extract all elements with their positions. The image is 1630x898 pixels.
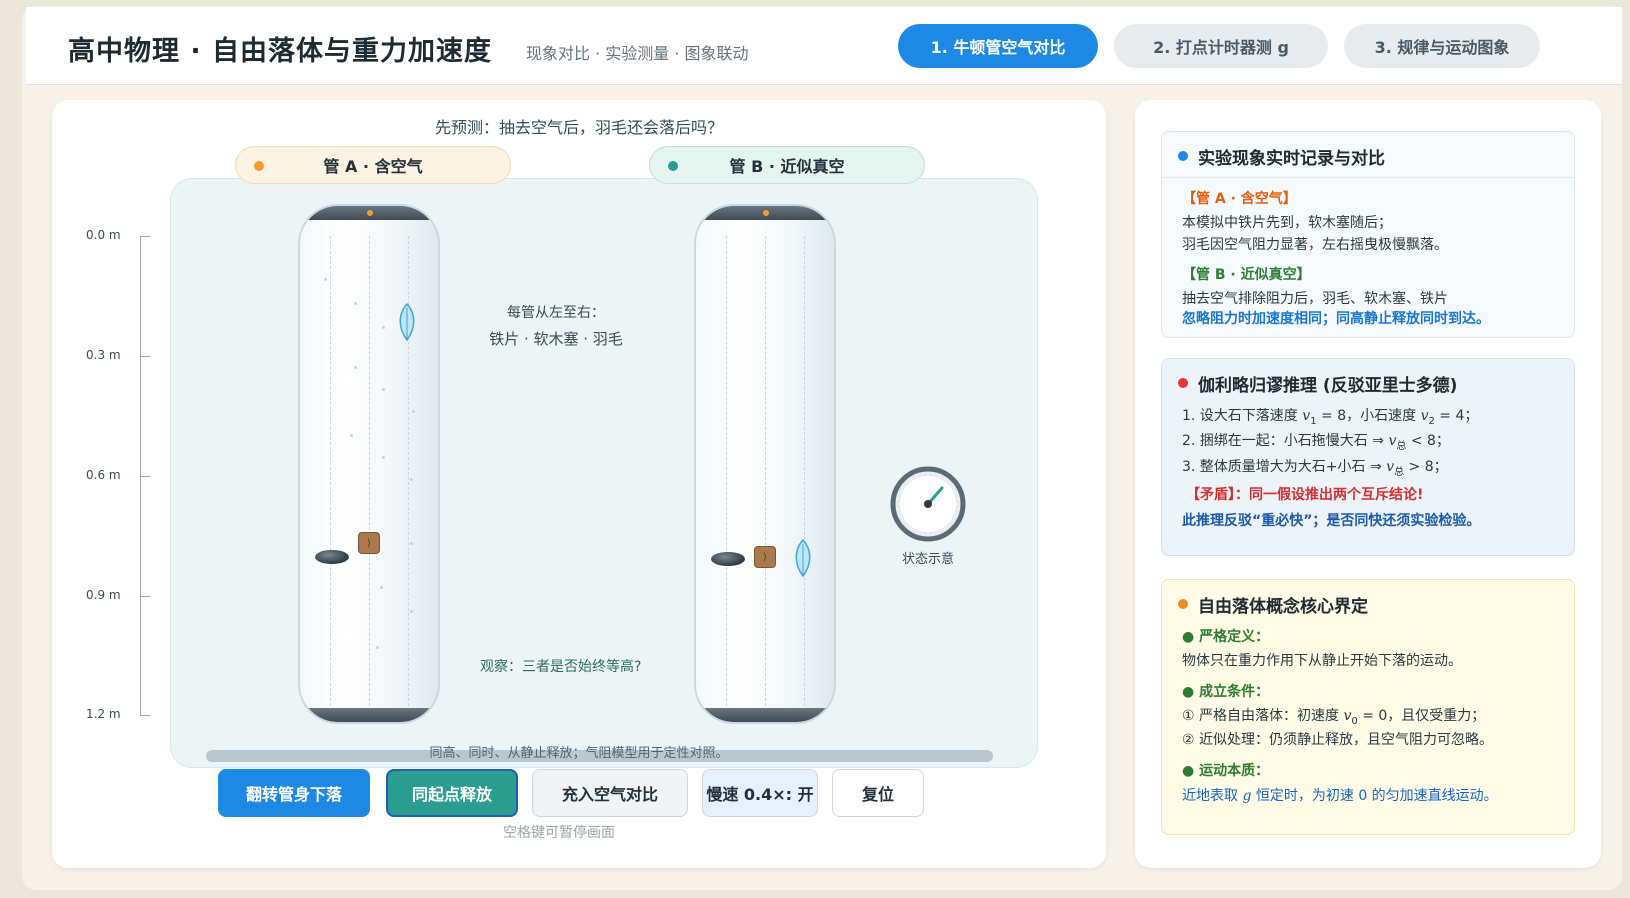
tube-a-line2: 羽毛因空气阻力显著，左右摇曳极慢飘落。 bbox=[1182, 237, 1448, 253]
galileo-card-title: 伽利略归谬推理 (反驳亚里士多德) bbox=[1198, 376, 1458, 396]
tube-b-line2: 忽略阻力时加速度相同；同高静止释放同时到达。 bbox=[1182, 311, 1490, 327]
air-particle bbox=[410, 478, 413, 481]
tube-b-label: 管 B · 近似真空 bbox=[649, 146, 925, 184]
gauge-label: 状态示意 bbox=[901, 552, 954, 567]
condition-2: ② 近似处理：仍须静止释放，且空气阻力可忽略。 bbox=[1182, 732, 1493, 748]
info-panel: 实验现象实时记录与对比 【管 A · 含空气】 本模拟中铁片先到，软木塞随后； … bbox=[1135, 100, 1601, 868]
scale-label: 0.9 m bbox=[86, 588, 121, 602]
galileo-conclusion: 此推理反驳“重必快”；是否同快还须实验检验。 bbox=[1182, 513, 1481, 529]
record-card: 实验现象实时记录与对比 【管 A · 含空气】 本模拟中铁片先到，软木塞随后； … bbox=[1161, 131, 1575, 338]
experiment-stage: 先预测：抽去空气后，羽毛还会落后吗？ 管 A · 含空气 管 B · 近似真空 … bbox=[52, 100, 1106, 868]
air-particle bbox=[382, 326, 385, 329]
prediction-prompt: 先预测：抽去空气后，羽毛还会落后吗？ bbox=[434, 118, 723, 137]
slow-motion-toggle[interactable]: 慢速 0.4×: 开 bbox=[702, 769, 818, 817]
scale-label: 0.3 m bbox=[86, 348, 121, 362]
flip-tube-button[interactable]: 翻转管身下落 bbox=[218, 769, 370, 817]
scale-label: 0.0 m bbox=[86, 228, 121, 242]
air-particle bbox=[410, 542, 413, 545]
keyboard-hint: 空格键可暂停画面 bbox=[503, 825, 615, 841]
observe-note: 观察：三者是否始终等高? bbox=[480, 659, 642, 675]
feather-icon bbox=[399, 302, 415, 342]
tube-a-line1: 本模拟中铁片先到，软木塞随后； bbox=[1182, 215, 1392, 231]
nature-text: 近地表取 g 恒定时，为初速 0 的匀加速直线运动。 bbox=[1182, 788, 1498, 804]
valve-icon bbox=[367, 210, 373, 216]
air-particle bbox=[350, 434, 353, 437]
page-title: 高中物理 · 自由落体与重力加速度 bbox=[68, 36, 493, 67]
feather-icon bbox=[795, 538, 811, 578]
iron-disc bbox=[711, 552, 745, 566]
air-particle bbox=[376, 646, 379, 649]
galileo-step3: 3. 整体质量增大为大石+小石 ⇒ v总 > 8； bbox=[1182, 459, 1448, 478]
galileo-step1: 1. 设大石下落速度 v1 = 8，小石速度 v2 = 4； bbox=[1182, 408, 1479, 427]
order-note-items: 铁片 · 软木塞 · 羽毛 bbox=[489, 330, 623, 348]
reset-button[interactable]: 复位 bbox=[832, 769, 924, 817]
cork: ⟩ bbox=[754, 546, 776, 568]
air-particle bbox=[354, 302, 357, 305]
status-gauge-icon bbox=[890, 466, 966, 542]
tube-a-label-text: 管 A · 含空气 bbox=[323, 157, 423, 176]
air-particle bbox=[382, 388, 385, 391]
nature-heading: ● 运动本质： bbox=[1182, 763, 1270, 779]
track-line bbox=[330, 236, 331, 706]
order-note-title: 每管从左至右： bbox=[507, 305, 605, 321]
tab-newton-tube[interactable]: 1. 牛顿管空气对比 bbox=[898, 24, 1098, 68]
tube-b-line1: 抽去空气排除阻力后，羽毛、软木塞、铁片 bbox=[1182, 291, 1448, 307]
galileo-card: 伽利略归谬推理 (反驳亚里士多德) 1. 设大石下落速度 v1 = 8，小石速度… bbox=[1161, 358, 1575, 556]
scale-label: 0.6 m bbox=[86, 468, 121, 482]
tube-b: ⟩ bbox=[694, 204, 836, 724]
orange-dot-icon bbox=[1178, 599, 1188, 609]
concept-card: 自由落体概念核心界定 ● 严格定义： 物体只在重力作用下从静止开始下落的运动。 … bbox=[1161, 579, 1575, 835]
blue-dot-icon bbox=[1178, 151, 1188, 161]
air-particle bbox=[324, 278, 327, 281]
scale-tick bbox=[140, 356, 150, 357]
tab-ticker-timer[interactable]: 2. 打点计时器测 g bbox=[1114, 24, 1328, 68]
tube-a-label: 管 A · 含空气 bbox=[235, 146, 511, 184]
tube-b-dot-icon bbox=[668, 161, 678, 171]
scale-label: 1.2 m bbox=[86, 707, 121, 721]
scale-tick bbox=[140, 596, 150, 597]
track-line bbox=[369, 236, 370, 706]
air-particle bbox=[412, 410, 415, 413]
release-button[interactable]: 同起点释放 bbox=[386, 769, 518, 817]
galileo-step2: 2. 捆绑在一起：小石拖慢大石 ⇒ v总 < 8； bbox=[1182, 433, 1450, 452]
red-dot-icon bbox=[1178, 378, 1188, 388]
definition-heading: ● 严格定义： bbox=[1182, 629, 1270, 645]
tube-a-dot-icon bbox=[254, 161, 264, 171]
definition-text: 物体只在重力作用下从静止开始下落的运动。 bbox=[1182, 653, 1462, 669]
scale-tick bbox=[140, 236, 150, 237]
page-subtitle: 现象对比 · 实验测量 · 图象联动 bbox=[526, 44, 749, 63]
tube-a-bottom-cap bbox=[300, 708, 438, 722]
tab-motion-graphs[interactable]: 3. 规律与运动图象 bbox=[1344, 24, 1540, 68]
air-particle bbox=[380, 586, 383, 589]
scale-tick bbox=[140, 715, 150, 716]
track-line bbox=[765, 236, 766, 706]
air-particle bbox=[410, 610, 413, 613]
cork: ⟩ bbox=[358, 532, 380, 554]
scale-tick bbox=[140, 476, 150, 477]
air-particle bbox=[382, 456, 385, 459]
valve-icon bbox=[763, 210, 769, 216]
contradiction-text: 【矛盾】：同一假设推出两个互斥结论! bbox=[1186, 487, 1424, 503]
tube-b-label-text: 管 B · 近似真空 bbox=[729, 157, 845, 176]
footnote: 同高、同时、从静止释放；气阻模型用于定性对照。 bbox=[429, 746, 729, 761]
track-line bbox=[726, 236, 727, 706]
tube-b-heading: 【管 B · 近似真空】 bbox=[1182, 267, 1311, 283]
air-particle bbox=[354, 366, 357, 369]
tube-a-heading: 【管 A · 含空气】 bbox=[1182, 191, 1297, 207]
fill-air-button[interactable]: 充入空气对比 bbox=[532, 769, 688, 817]
tube-a: ⟩ bbox=[298, 204, 440, 724]
condition-1: ① 严格自由落体：初速度 v0 = 0，且仅受重力； bbox=[1182, 708, 1486, 727]
record-card-title: 实验现象实时记录与对比 bbox=[1198, 149, 1385, 169]
app-header: 高中物理 · 自由落体与重力加速度 现象对比 · 实验测量 · 图象联动 1. … bbox=[26, 7, 1622, 85]
concept-card-title: 自由落体概念核心界定 bbox=[1198, 597, 1368, 617]
condition-heading: ● 成立条件： bbox=[1182, 684, 1270, 700]
tube-b-bottom-cap bbox=[696, 708, 834, 722]
iron-disc bbox=[315, 550, 349, 564]
track-line bbox=[804, 236, 805, 706]
